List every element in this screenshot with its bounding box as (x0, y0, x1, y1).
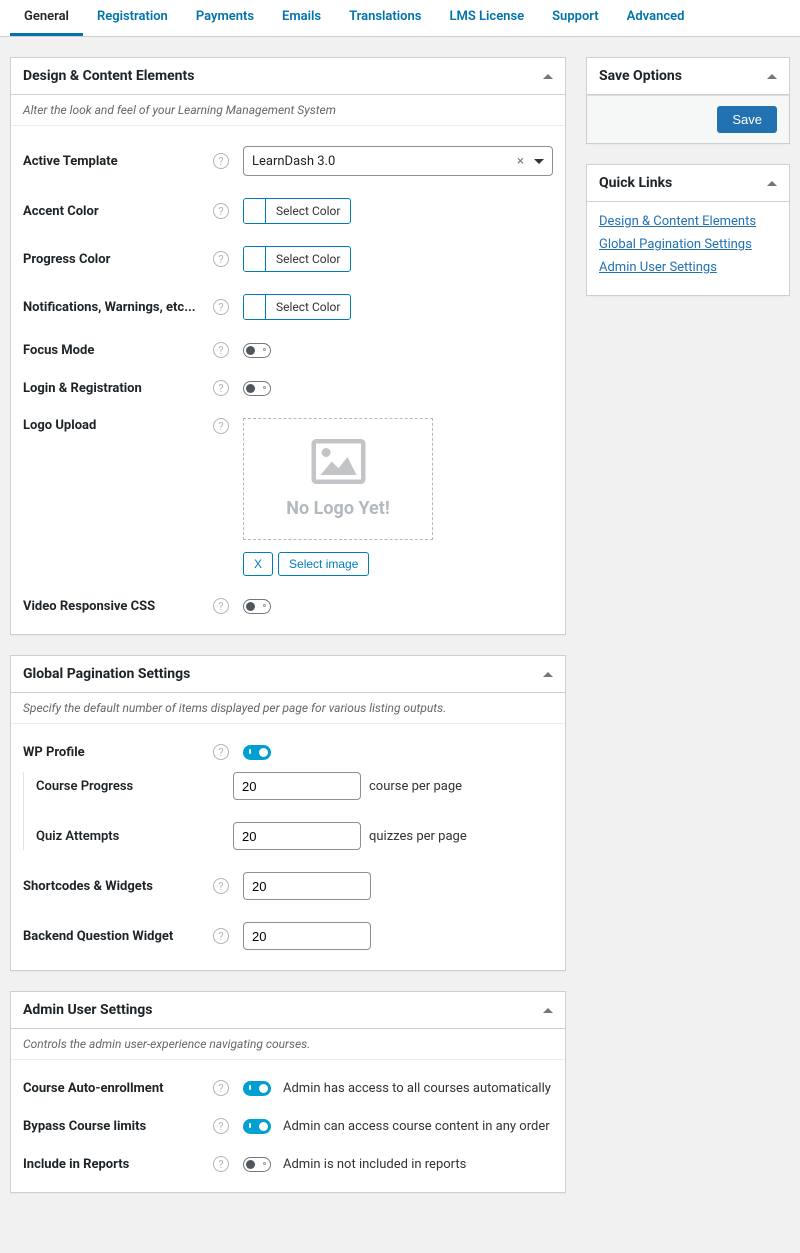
help-icon[interactable]: ? (213, 744, 229, 760)
label-course-progress: Course Progress (36, 779, 233, 794)
quiz-suffix: quizzes per page (369, 829, 467, 844)
no-logo-text: No Logo Yet! (244, 498, 432, 519)
help-icon[interactable]: ? (213, 342, 229, 358)
reports-toggle[interactable] (243, 1157, 271, 1172)
panel-admin-title: Admin User Settings (23, 1002, 152, 1018)
panel-save-header[interactable]: Save Options (587, 58, 789, 95)
progress-color-button[interactable]: Select Color (243, 246, 351, 272)
panel-design-header[interactable]: Design & Content Elements (11, 58, 565, 95)
label-accent: Accent Color (23, 204, 213, 219)
panel-quick-links: Quick Links Design & Content Elements Gl… (586, 164, 790, 296)
panel-design-desc: Alter the look and feel of your Learning… (11, 95, 565, 126)
help-icon[interactable]: ? (213, 1156, 229, 1172)
label-focus-mode: Focus Mode (23, 343, 213, 358)
panel-save-title: Save Options (599, 68, 682, 84)
reports-desc: Admin is not included in reports (283, 1157, 466, 1172)
label-notifications: Notifications, Warnings, etc... (23, 300, 213, 315)
notifications-color-button[interactable]: Select Color (243, 294, 351, 320)
panel-design-title: Design & Content Elements (23, 68, 194, 84)
image-placeholder-icon (244, 439, 432, 488)
panel-save: Save Options Save (586, 57, 790, 144)
auto-enroll-toggle[interactable] (243, 1081, 271, 1096)
panel-pagination: Global Pagination Settings Specify the d… (10, 655, 566, 971)
label-logo: Logo Upload (23, 418, 213, 433)
logo-upload-area[interactable]: No Logo Yet! (243, 418, 433, 540)
color-swatch-icon (244, 199, 266, 223)
remove-logo-button[interactable]: X (243, 552, 273, 576)
help-icon[interactable]: ? (213, 598, 229, 614)
focus-mode-toggle[interactable] (243, 343, 271, 358)
active-template-value: LearnDash 3.0 (252, 154, 335, 169)
tab-payments[interactable]: Payments (182, 0, 268, 36)
link-design[interactable]: Design & Content Elements (599, 214, 777, 229)
panel-admin: Admin User Settings Controls the admin u… (10, 991, 566, 1193)
help-icon[interactable]: ? (213, 1118, 229, 1134)
label-login: Login & Registration (23, 381, 213, 396)
collapse-icon (543, 1008, 553, 1013)
panel-pagination-title: Global Pagination Settings (23, 666, 190, 682)
collapse-icon (767, 74, 777, 79)
label-video-css: Video Responsive CSS (23, 599, 213, 614)
backend-widget-input[interactable] (243, 922, 371, 950)
wp-profile-toggle[interactable] (243, 745, 271, 760)
help-icon[interactable]: ? (213, 380, 229, 396)
panel-pagination-desc: Specify the default number of items disp… (11, 693, 565, 724)
label-shortcodes: Shortcodes & Widgets (23, 879, 213, 894)
shortcodes-input[interactable] (243, 872, 371, 900)
help-icon[interactable]: ? (213, 1080, 229, 1096)
panel-quick-title: Quick Links (599, 175, 672, 191)
collapse-icon (543, 672, 553, 677)
tab-general[interactable]: General (10, 0, 83, 36)
label-wp-profile: WP Profile (23, 745, 213, 760)
label-progress: Progress Color (23, 252, 213, 267)
help-icon[interactable]: ? (213, 251, 229, 267)
tab-support[interactable]: Support (538, 0, 613, 36)
clear-icon[interactable]: × (517, 154, 524, 169)
label-backend-widget: Backend Question Widget (23, 929, 213, 944)
login-registration-toggle[interactable] (243, 381, 271, 396)
course-progress-input[interactable] (233, 772, 361, 800)
help-icon[interactable]: ? (213, 203, 229, 219)
tab-advanced[interactable]: Advanced (613, 0, 699, 36)
accent-color-button[interactable]: Select Color (243, 198, 351, 224)
label-active-template: Active Template (23, 154, 213, 169)
label-reports: Include in Reports (23, 1157, 213, 1172)
collapse-icon (767, 181, 777, 186)
help-icon[interactable]: ? (213, 418, 229, 434)
help-icon[interactable]: ? (213, 299, 229, 315)
chevron-down-icon (534, 159, 544, 164)
panel-admin-desc: Controls the admin user-experience navig… (11, 1029, 565, 1060)
color-swatch-icon (244, 247, 266, 271)
help-icon[interactable]: ? (213, 153, 229, 169)
panel-pagination-header[interactable]: Global Pagination Settings (11, 656, 565, 693)
help-icon[interactable]: ? (213, 878, 229, 894)
tab-registration[interactable]: Registration (83, 0, 182, 36)
tab-translations[interactable]: Translations (335, 0, 435, 36)
tab-emails[interactable]: Emails (268, 0, 335, 36)
video-css-toggle[interactable] (243, 599, 271, 614)
color-swatch-icon (244, 295, 266, 319)
link-admin[interactable]: Admin User Settings (599, 260, 777, 275)
quiz-attempts-input[interactable] (233, 822, 361, 850)
bypass-desc: Admin can access course content in any o… (283, 1119, 550, 1134)
panel-admin-header[interactable]: Admin User Settings (11, 992, 565, 1029)
help-icon[interactable]: ? (213, 928, 229, 944)
active-template-select[interactable]: LearnDash 3.0 × (243, 146, 553, 176)
link-pagination[interactable]: Global Pagination Settings (599, 237, 777, 252)
panel-quick-header[interactable]: Quick Links (587, 165, 789, 202)
save-button[interactable]: Save (717, 106, 777, 133)
label-bypass: Bypass Course limits (23, 1119, 213, 1134)
bypass-toggle[interactable] (243, 1119, 271, 1134)
select-image-button[interactable]: Select image (278, 552, 369, 576)
collapse-icon (543, 74, 553, 79)
tab-bar: General Registration Payments Emails Tra… (0, 0, 800, 37)
label-quiz-attempts: Quiz Attempts (36, 829, 233, 844)
label-auto-enroll: Course Auto-enrollment (23, 1081, 213, 1096)
auto-enroll-desc: Admin has access to all courses automati… (283, 1081, 551, 1096)
course-suffix: course per page (369, 779, 462, 794)
panel-design: Design & Content Elements Alter the look… (10, 57, 566, 635)
tab-lms-license[interactable]: LMS License (435, 0, 538, 36)
